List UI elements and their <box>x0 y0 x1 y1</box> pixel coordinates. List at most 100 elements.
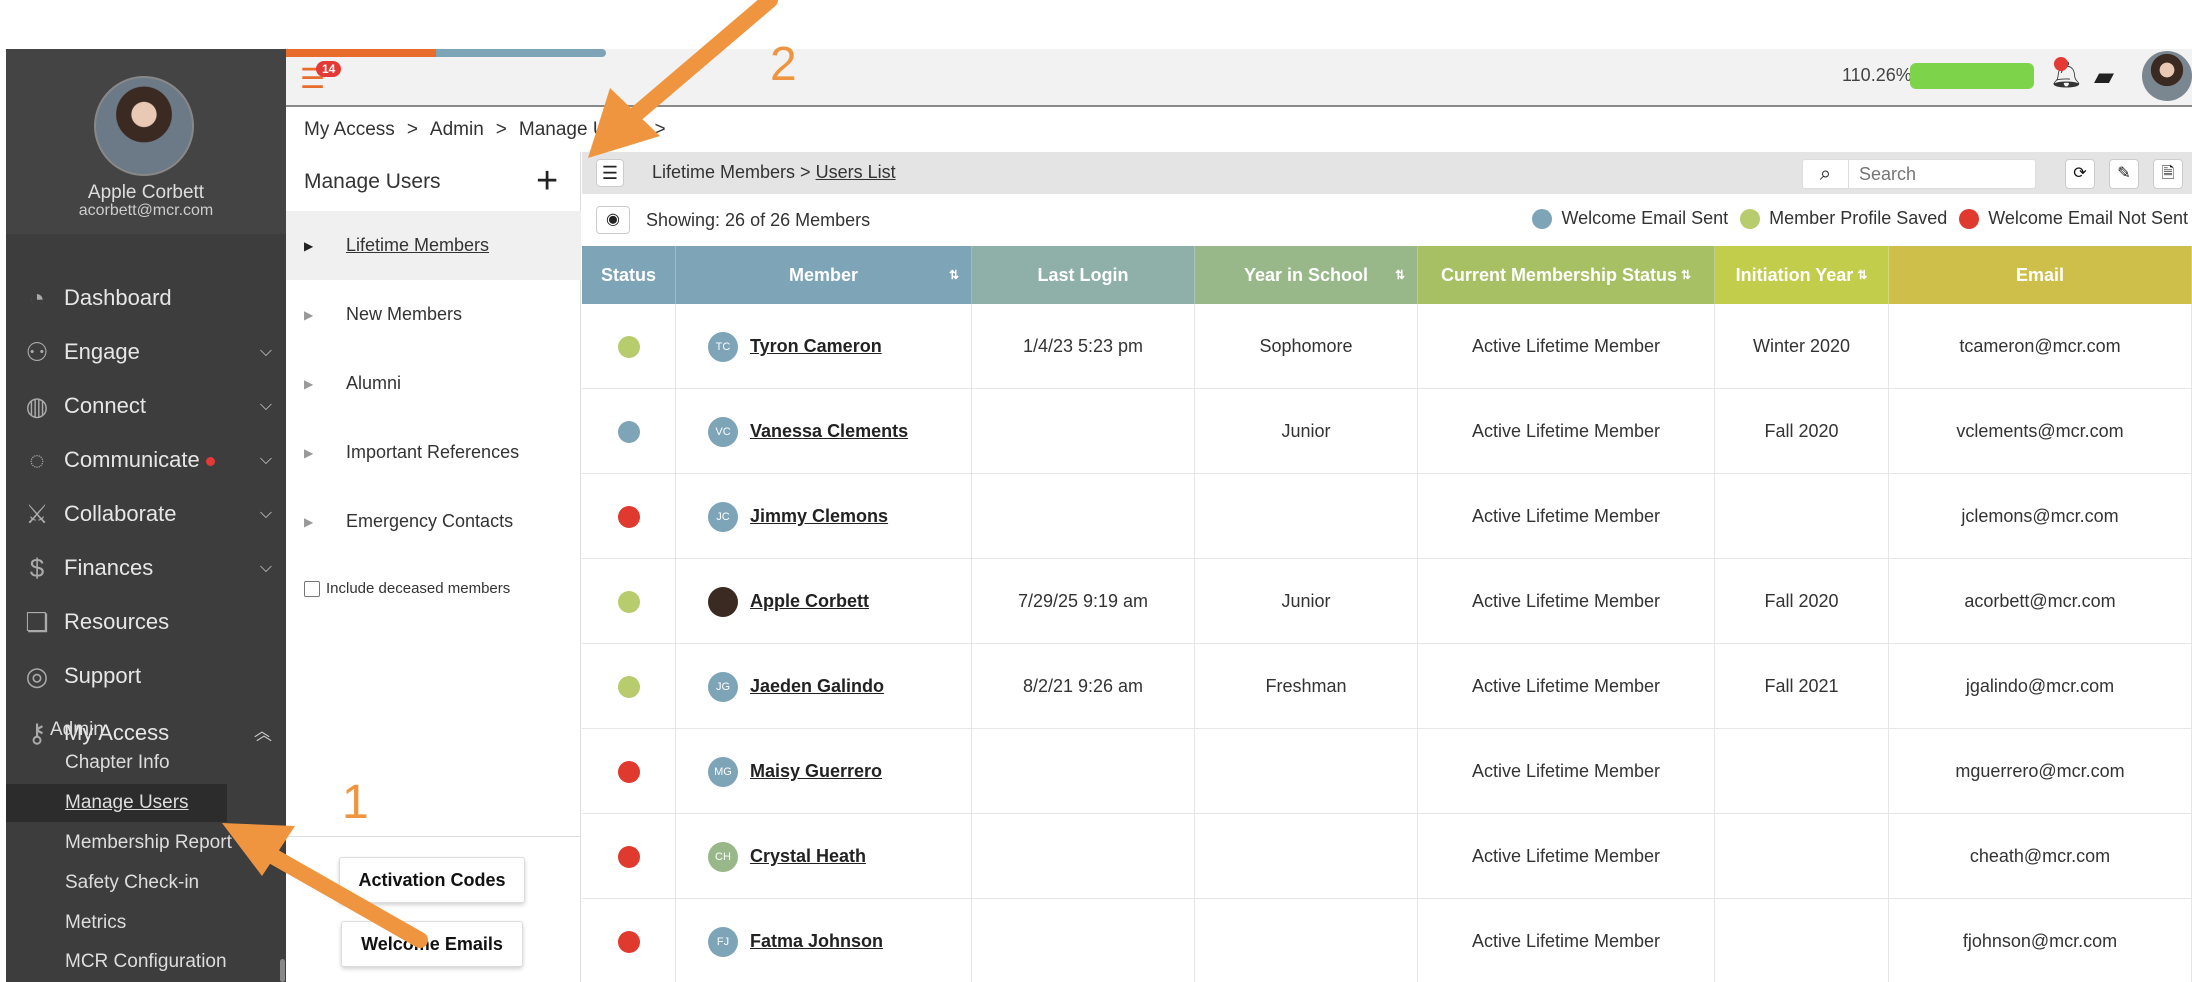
column-header-initiation-year[interactable]: Initiation Year ⇅ <box>1715 246 1889 304</box>
annotation-number-2: 2 <box>770 38 797 91</box>
status-cell <box>582 474 676 559</box>
member-name-link[interactable]: Jaeden Galindo <box>750 676 884 697</box>
include-deceased-option[interactable]: Include deceased members <box>304 580 510 597</box>
sidebar-subitem-mcr-configuration[interactable]: MCR Configuration <box>65 943 286 981</box>
eye-icon[interactable]: ◉ <box>596 206 630 234</box>
include-deceased-checkbox[interactable] <box>304 580 320 597</box>
activation-codes-button[interactable]: Activation Codes <box>339 857 525 903</box>
column-header-email[interactable]: Email <box>1889 246 2192 304</box>
sidebar-item-label: Connect <box>64 393 146 418</box>
column-header-label: Member <box>788 264 859 285</box>
chevron-icon[interactable]: ⌵ <box>260 559 272 577</box>
sidebar-item-resources[interactable]: ❏ Resources <box>6 596 286 648</box>
sidebar-item-communicate[interactable]: ◌ Communicate ⌵ <box>6 434 286 486</box>
member-name-link[interactable]: Tyron Cameron <box>750 336 882 357</box>
table-row[interactable]: FJ Fatma Johnson Active Lifetime Member fjo… <box>582 899 2192 982</box>
table-row[interactable]: Apple Corbett 7/29/25 9:19 am Junior Active… <box>582 559 2192 644</box>
column-header-member[interactable]: Member ⇅ <box>676 246 972 304</box>
sidebar-admin-label[interactable]: Admin <box>50 719 104 741</box>
chevron-icon[interactable]: ⌵ <box>260 343 272 361</box>
member-name-link[interactable]: Fatma Johnson <box>750 931 883 952</box>
table-row[interactable]: JG Jaeden Galindo 8/2/21 9:26 am Freshman Ac… <box>582 644 2192 729</box>
last-login-cell <box>972 729 1195 814</box>
expand-triangle-icon[interactable]: ▶ <box>304 515 324 529</box>
column-header-last-login[interactable]: Last Login <box>972 246 1195 304</box>
column-header-year-in-school[interactable]: Year in School ⇅ <box>1195 246 1418 304</box>
list-item-emergency-contacts[interactable]: ▶ Emergency Contacts <box>286 487 581 556</box>
chat-icon[interactable]: ▰ <box>2094 61 2114 92</box>
member-name-link[interactable]: Crystal Heath <box>750 846 866 867</box>
column-header-current-membership-status[interactable]: Current Membership Status ⇅ <box>1418 246 1715 304</box>
status-cell <box>582 304 676 389</box>
sidebar-item-collaborate[interactable]: ⚔ Collaborate ⌵ <box>6 488 286 540</box>
expand-triangle-icon[interactable]: ▶ <box>304 446 324 460</box>
annotation-number-1: 1 <box>342 776 369 829</box>
sort-icon[interactable]: ⇅ <box>949 268 959 282</box>
breadcrumb-my-access[interactable]: My Access <box>304 119 395 141</box>
breadcrumb-admin[interactable]: Admin <box>430 119 484 141</box>
table-row[interactable]: CH Crystal Heath Active Lifetime Member che… <box>582 814 2192 899</box>
expand-triangle-icon[interactable]: ▶ <box>304 239 324 253</box>
chevron-icon[interactable]: ⌵ <box>260 505 272 523</box>
search-input[interactable] <box>1849 163 2029 185</box>
edit-pencil-icon[interactable]: ✎ <box>2109 159 2139 189</box>
list-breadcrumb-root[interactable]: Lifetime Members > <box>652 162 811 182</box>
member-name-link[interactable]: Maisy Guerrero <box>750 761 882 782</box>
status-dot <box>617 335 640 358</box>
admin-chevron-up-icon[interactable]: ︿ <box>254 717 270 741</box>
email-cell: mguerrero@mcr.com <box>1889 729 2192 814</box>
profile-avatar[interactable] <box>94 76 194 176</box>
member-avatar: FJ <box>708 926 738 957</box>
table-row[interactable]: MG Maisy Guerrero Active Lifetime Member mg… <box>582 729 2192 814</box>
left-edge <box>0 49 6 982</box>
sidebar-item-finances[interactable]: $ Finances ⌵ <box>6 542 286 594</box>
export-file-icon[interactable]: 🗎︎ <box>2153 159 2183 189</box>
chevron-icon[interactable]: ⌵ <box>260 397 272 415</box>
member-name-link[interactable]: Vanessa Clements <box>750 421 908 442</box>
user-avatar[interactable] <box>2142 51 2192 101</box>
sidebar-item-engage[interactable]: ⚇ Engage ⌵ <box>6 326 286 378</box>
year-in-school-cell <box>1195 474 1418 559</box>
breadcrumb-manage-users[interactable]: Manage Users <box>519 119 643 141</box>
chevron-icon[interactable]: ⌵ <box>260 451 272 469</box>
search-icon[interactable]: ⌕ <box>1803 160 1849 188</box>
sidebar-subitem-manage-users[interactable]: Manage Users <box>6 784 227 822</box>
list-breadcrumb-current[interactable]: Users List <box>816 162 896 182</box>
list-item-alumni[interactable]: ▶ Alumni <box>286 349 581 418</box>
sidebar-item-dashboard[interactable]: ◔ Dashboard <box>6 272 286 324</box>
expand-triangle-icon[interactable]: ▶ <box>304 377 324 391</box>
sidebar-subitem-chapter-info[interactable]: Chapter Info <box>65 744 286 782</box>
sidebar-item-support[interactable]: ◎ Support <box>6 650 286 702</box>
table-row[interactable]: VC Vanessa Clements Junior Active Lifetime … <box>582 389 2192 474</box>
expand-triangle-icon[interactable]: ▶ <box>304 308 324 322</box>
status-cell <box>582 814 676 899</box>
list-item-lifetime-members[interactable]: ▶ Lifetime Members <box>286 211 581 280</box>
sidebar-item-connect[interactable]: ◍ Connect ⌵ <box>6 380 286 432</box>
list-item-new-members[interactable]: ▶ New Members <box>286 280 581 349</box>
table-row[interactable]: JC Jimmy Clemons Active Lifetime Member jcl… <box>582 474 2192 559</box>
sidebar-subitem-metrics[interactable]: Metrics <box>65 904 286 942</box>
profile-name: Apple Corbett <box>87 182 205 203</box>
list-menu-icon[interactable]: ☰ <box>596 159 624 187</box>
sort-icon[interactable]: ⇅ <box>1681 268 1691 282</box>
list-item-label: Lifetime Members <box>346 235 490 255</box>
include-deceased-label: Include deceased members <box>326 580 511 597</box>
status-cell <box>582 729 676 814</box>
welcome-emails-button[interactable]: Welcome Emails <box>341 921 523 967</box>
table-row[interactable]: TC Tyron Cameron 1/4/23 5:23 pm Sophomore Ac… <box>582 304 2192 389</box>
sort-icon[interactable]: ⇅ <box>1857 268 1867 282</box>
column-header-status[interactable]: Status <box>582 246 676 304</box>
year-in-school-cell <box>1195 729 1418 814</box>
sidebar-subitem-membership-report[interactable]: Membership Report <box>65 824 286 862</box>
refresh-icon[interactable]: ⟳ <box>2065 159 2095 189</box>
list-item-important-references[interactable]: ▶ Important References <box>286 418 581 487</box>
sidebar-subitem-safety-check-in[interactable]: Safety Check-in <box>65 864 286 902</box>
last-login-cell: 8/2/21 9:26 am <box>972 644 1195 729</box>
member-cell: CH Crystal Heath <box>676 814 972 899</box>
year-in-school-cell: Freshman <box>1195 644 1418 729</box>
sort-icon[interactable]: ⇅ <box>1395 268 1405 282</box>
member-name-link[interactable]: Jimmy Clemons <box>750 506 888 527</box>
sidebar-scrollbar[interactable] <box>280 959 285 982</box>
member-name-link[interactable]: Apple Corbett <box>750 591 869 612</box>
add-list-plus-icon[interactable]: + <box>536 160 558 203</box>
